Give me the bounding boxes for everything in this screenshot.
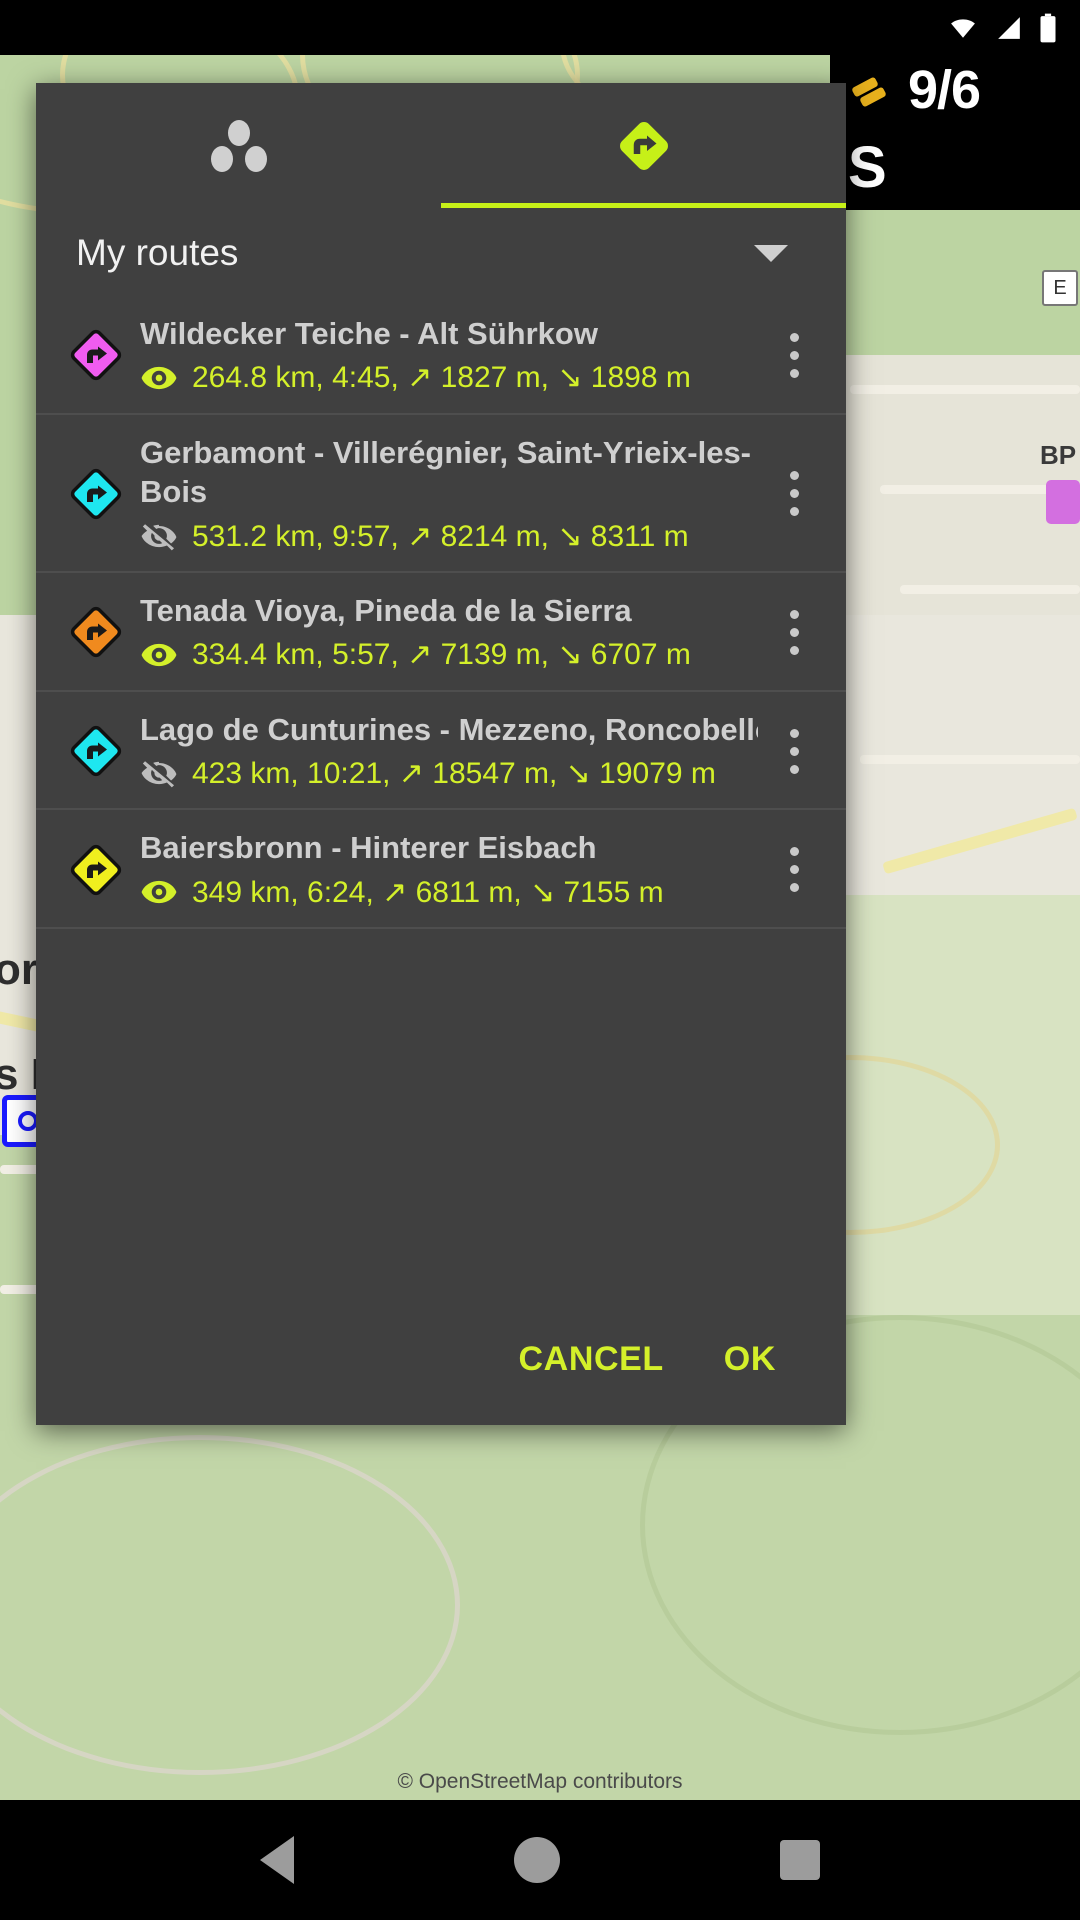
hud-secondary-label[interactable]: S [830,125,1080,210]
kebab-menu-icon[interactable] [789,728,799,774]
map-label-bp: BP [1040,440,1077,470]
route-info: Lago de Cunturines - Mezzeno, Roncobello… [134,710,764,793]
status-icons [946,10,1058,46]
table-row[interactable]: Lago de Cunturines - Mezzeno, Roncobello… [36,692,846,811]
kebab-menu-icon[interactable] [789,332,799,378]
route-stats-text: 531.2 km, 9:57, ↗ 8214 m, ↘ 8311 m [192,519,689,553]
status-bar [0,0,1080,55]
route-stats-text: 349 km, 6:24, ↗ 6811 m, ↘ 7155 m [192,875,664,909]
cancel-button[interactable]: CANCEL [519,1340,664,1379]
battery-icon [1038,13,1058,43]
route-info: Tenada Vioya, Pineda de la Sierra 334.4 … [134,591,764,674]
map-road [860,755,1080,764]
section-header[interactable]: My routes [36,208,846,296]
route-stats-text: 423 km, 10:21, ↗ 18547 m, ↘ 19079 m [192,756,716,790]
signal-icon [994,15,1024,41]
eye-off-icon[interactable] [140,754,178,792]
route-name: Baiersbronn - Hinterer Eisbach [140,830,597,866]
route-name: Lago de Cunturines - Mezzeno, Roncobello [140,711,758,747]
section-title: My routes [76,232,239,273]
hud-counter-text: 9/6 [908,60,981,120]
route-name: Gerbamont - Villerégnier, Saint-Yrieix-l… [140,434,752,510]
row-menu-button[interactable] [764,332,824,378]
square-recents-icon[interactable] [780,1840,820,1880]
hud-route-counter[interactable]: 9/6 [830,55,1080,125]
triangle-back-icon[interactable] [260,1836,294,1884]
table-row[interactable]: Wildecker Teiche - Alt Sührkow 264.8 km,… [36,296,846,415]
table-row[interactable]: Baiersbronn - Hinterer Eisbach 349 km, 6… [36,810,846,930]
route-stats: 264.8 km, 4:45, ↗ 1827 m, ↘ 1898 m [140,359,758,397]
eye-icon[interactable] [140,873,178,911]
route-stats-text: 334.4 km, 5:57, ↗ 7139 m, ↘ 6707 m [192,638,691,672]
route-marker-icon [58,463,134,525]
route-name: Wildecker Teiche - Alt Sührkow [140,316,598,351]
dialog-actions: CANCEL OK [36,1340,846,1425]
wifi-icon [946,15,980,41]
map-road [850,385,1080,394]
map-road [900,585,1080,594]
row-menu-button[interactable] [764,728,824,774]
circle-home-icon[interactable] [514,1837,560,1883]
route-stats: 334.4 km, 5:57, ↗ 7139 m, ↘ 6707 m [140,636,758,674]
route-name: Tenada Vioya, Pineda de la Sierra [140,593,632,629]
route-stats-text: 264.8 km, 4:45, ↗ 1827 m, ↘ 1898 m [192,361,691,395]
active-tab-indicator [441,203,846,208]
map-poi-marker[interactable] [1046,480,1080,524]
android-navigation-bar [0,1800,1080,1920]
map-label-or: or [0,945,38,994]
tab-points[interactable] [36,83,441,208]
row-menu-button[interactable] [764,847,824,893]
map-poi-label-e[interactable]: E [1042,270,1078,306]
route-marker-icon [58,601,134,663]
chevron-down-icon[interactable] [754,244,788,262]
row-menu-button[interactable] [764,609,824,655]
row-menu-button[interactable] [764,471,824,517]
osm-attribution: © OpenStreetMap contributors [397,1770,683,1793]
route-info: Baiersbronn - Hinterer Eisbach 349 km, 6… [134,828,764,911]
tab-routes[interactable] [441,83,846,208]
table-row[interactable]: Tenada Vioya, Pineda de la Sierra 334.4 … [36,573,846,692]
eye-icon[interactable] [140,636,178,674]
route-marker-icon [58,324,134,386]
table-row[interactable]: Gerbamont - Villerégnier, Saint-Yrieix-l… [36,415,846,574]
eye-off-icon[interactable] [140,517,178,555]
kebab-menu-icon[interactable] [789,609,799,655]
three-dots-cluster-icon [210,119,267,172]
route-list: Wildecker Teiche - Alt Sührkow 264.8 km,… [36,296,846,930]
route-marker-icon [58,720,134,782]
ok-button[interactable]: OK [724,1340,776,1379]
route-marker-icon [58,839,134,901]
route-info: Gerbamont - Villerégnier, Saint-Yrieix-l… [134,433,764,555]
route-stats: 423 km, 10:21, ↗ 18547 m, ↘ 19079 m [140,754,758,792]
route-info: Wildecker Teiche - Alt Sührkow 264.8 km,… [134,314,764,397]
hud-badge-icon [848,70,894,110]
route-turn-right-diamond-icon [613,115,675,177]
dialog-tabs [36,83,846,208]
routes-dialog: My routes Wildecker Teiche - Alt Sührkow [36,83,846,1425]
dialog-empty-space [36,929,846,1340]
route-stats: 531.2 km, 9:57, ↗ 8214 m, ↘ 8311 m [140,517,758,555]
route-stats: 349 km, 6:24, ↗ 6811 m, ↘ 7155 m [140,873,758,911]
kebab-menu-icon[interactable] [789,847,799,893]
eye-icon[interactable] [140,359,178,397]
phone-screen: E BP or s E © OpenStreetMap contributors [0,0,1080,1920]
kebab-menu-icon[interactable] [789,471,799,517]
